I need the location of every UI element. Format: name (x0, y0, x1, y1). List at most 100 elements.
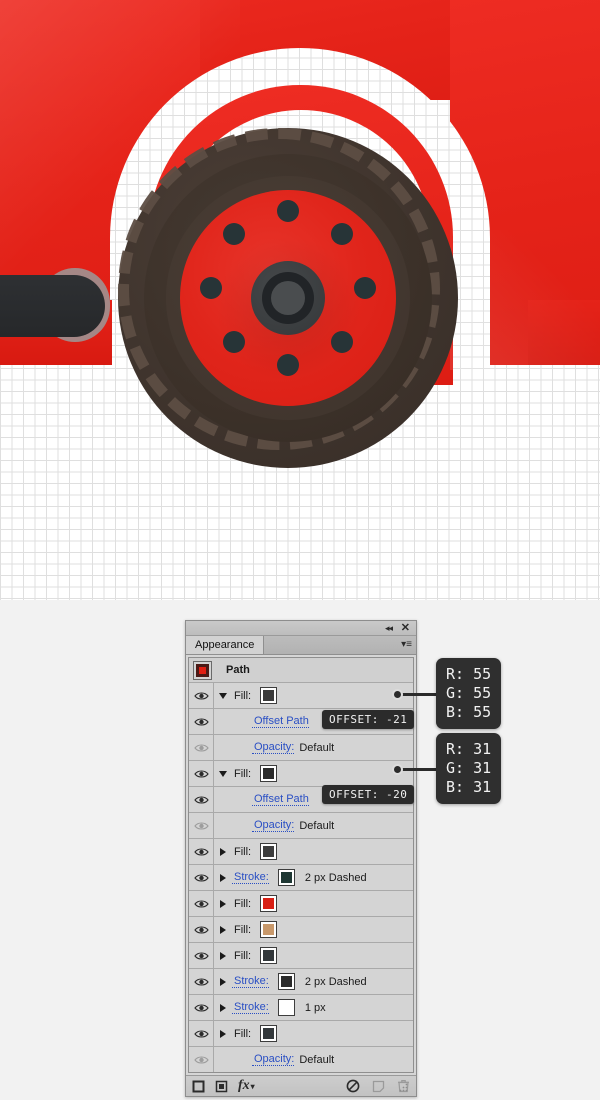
appearance-panel[interactable]: ◂◂ ✕ Appearance ▾≡ Path Fill: Offset Path… (185, 620, 417, 1097)
stroke-color-swatch[interactable] (277, 869, 295, 886)
leader-line-bottom (400, 768, 440, 771)
close-icon[interactable]: ✕ (401, 621, 410, 635)
row-label[interactable]: Opacity: (252, 1053, 295, 1066)
eye-icon (193, 769, 209, 778)
offset-callout-bottom: OFFSET: -20 (322, 785, 415, 804)
fill-color-swatch[interactable] (260, 895, 278, 912)
eye-icon (193, 977, 209, 986)
fill-color-swatch[interactable] (260, 765, 278, 782)
visibility-toggle[interactable] (189, 813, 214, 838)
appearance-row[interactable]: Opacity: Default (189, 735, 413, 761)
add-new-fill-button[interactable] (192, 1080, 205, 1093)
visibility-toggle[interactable] (189, 1047, 214, 1072)
eye-icon (193, 821, 209, 830)
row-label[interactable]: Offset Path (252, 793, 309, 806)
row-label[interactable]: Stroke: (232, 1001, 269, 1014)
visibility-toggle[interactable] (189, 917, 214, 942)
panel-footer[interactable]: fx ▾ (186, 1075, 416, 1096)
eye-icon (193, 951, 209, 960)
resize-grip-icon[interactable] (398, 1082, 408, 1095)
rgb-r-top: R: 55 (446, 665, 492, 683)
appearance-row[interactable]: Stroke: 2 px Dashed (189, 865, 413, 891)
clear-appearance-button[interactable] (346, 1079, 360, 1093)
appearance-row[interactable]: Opacity: Default (189, 813, 413, 839)
add-new-stroke-button[interactable] (215, 1080, 228, 1093)
row-label[interactable]: Opacity: (252, 819, 295, 832)
visibility-toggle[interactable] (189, 891, 214, 916)
chevron-right-icon (220, 899, 226, 908)
appearance-row[interactable]: Fill: (189, 683, 413, 709)
rgb-tooltip-top: R: 55 G: 55 B: 55 (436, 658, 502, 729)
disclosure-triangle[interactable] (214, 770, 232, 777)
chevron-right-icon (220, 1029, 226, 1038)
visibility-toggle[interactable] (189, 839, 214, 864)
appearance-row[interactable]: Fill: (189, 943, 413, 969)
object-title: Path (226, 664, 250, 676)
disclosure-triangle[interactable] (214, 951, 232, 960)
eye-icon (193, 717, 209, 726)
visibility-toggle[interactable] (189, 995, 214, 1020)
visibility-toggle[interactable] (189, 709, 214, 734)
tab-appearance[interactable]: Appearance (186, 636, 265, 654)
eye-icon (193, 795, 209, 804)
eye-icon (193, 1029, 209, 1038)
row-label[interactable]: Opacity: (252, 741, 295, 754)
illustration-canvas[interactable] (0, 0, 600, 600)
visibility-toggle[interactable] (189, 943, 214, 968)
appearance-row[interactable]: Fill: (189, 917, 413, 943)
fill-color-swatch[interactable] (260, 921, 278, 938)
appearance-row[interactable]: Fill: (189, 761, 413, 787)
appearance-row[interactable]: Fill: (189, 891, 413, 917)
visibility-toggle[interactable] (189, 683, 214, 708)
appearance-row[interactable]: Stroke: 2 px Dashed (189, 969, 413, 995)
collapse-to-icons-icon[interactable]: ◂◂ (385, 622, 393, 634)
fill-color-swatch[interactable] (260, 1025, 278, 1042)
disclosure-triangle[interactable] (214, 1003, 232, 1012)
bumper-shape (0, 275, 105, 337)
visibility-toggle[interactable] (189, 969, 214, 994)
add-new-effect-button[interactable]: fx ▾ (238, 1078, 255, 1094)
disclosure-triangle[interactable] (214, 1029, 232, 1038)
fill-color-swatch[interactable] (260, 843, 278, 860)
appearance-row[interactable]: Opacity: Default (189, 1047, 413, 1072)
appearance-row[interactable]: Fill: (189, 1021, 413, 1047)
stroke-color-swatch[interactable] (277, 999, 295, 1016)
disclosure-triangle[interactable] (214, 692, 232, 699)
chevron-right-icon (220, 1003, 226, 1012)
appearance-object-header[interactable]: Path (189, 658, 413, 683)
rgb-b-top: B: 55 (446, 703, 492, 721)
visibility-toggle[interactable] (189, 865, 214, 890)
row-label: Fill: (234, 845, 252, 858)
eye-icon (193, 691, 209, 700)
panel-tabbar[interactable]: Appearance ▾≡ (186, 636, 416, 655)
lug-hole (223, 223, 245, 245)
duplicate-item-button[interactable] (372, 1080, 385, 1093)
wheel-group[interactable] (118, 128, 458, 468)
row-label: Fill: (234, 897, 252, 910)
chevron-right-icon (220, 873, 226, 882)
visibility-toggle[interactable] (189, 761, 214, 786)
disclosure-triangle[interactable] (214, 925, 232, 934)
lug-hole (331, 331, 353, 353)
disclosure-triangle[interactable] (214, 899, 232, 908)
row-label[interactable]: Stroke: (232, 871, 269, 884)
appearance-row[interactable]: Stroke: 1 px (189, 995, 413, 1021)
disclosure-triangle[interactable] (214, 977, 232, 986)
eye-icon (193, 1003, 209, 1012)
visibility-toggle[interactable] (189, 735, 214, 760)
appearance-row[interactable]: Fill: (189, 839, 413, 865)
panel-titlebar[interactable]: ◂◂ ✕ (186, 621, 416, 636)
chevron-right-icon (220, 951, 226, 960)
visibility-toggle[interactable] (189, 787, 214, 812)
fill-color-swatch[interactable] (260, 947, 278, 964)
visibility-toggle[interactable] (189, 1021, 214, 1046)
stroke-color-swatch[interactable] (277, 973, 295, 990)
row-label[interactable]: Offset Path (252, 715, 309, 728)
fill-color-swatch[interactable] (260, 687, 278, 704)
panel-menu-icon[interactable]: ▾≡ (401, 638, 412, 652)
chevron-down-icon (219, 770, 227, 777)
disclosure-triangle[interactable] (214, 847, 232, 856)
disclosure-triangle[interactable] (214, 873, 232, 882)
row-label[interactable]: Stroke: (232, 975, 269, 988)
fx-icon: fx (238, 1078, 250, 1093)
